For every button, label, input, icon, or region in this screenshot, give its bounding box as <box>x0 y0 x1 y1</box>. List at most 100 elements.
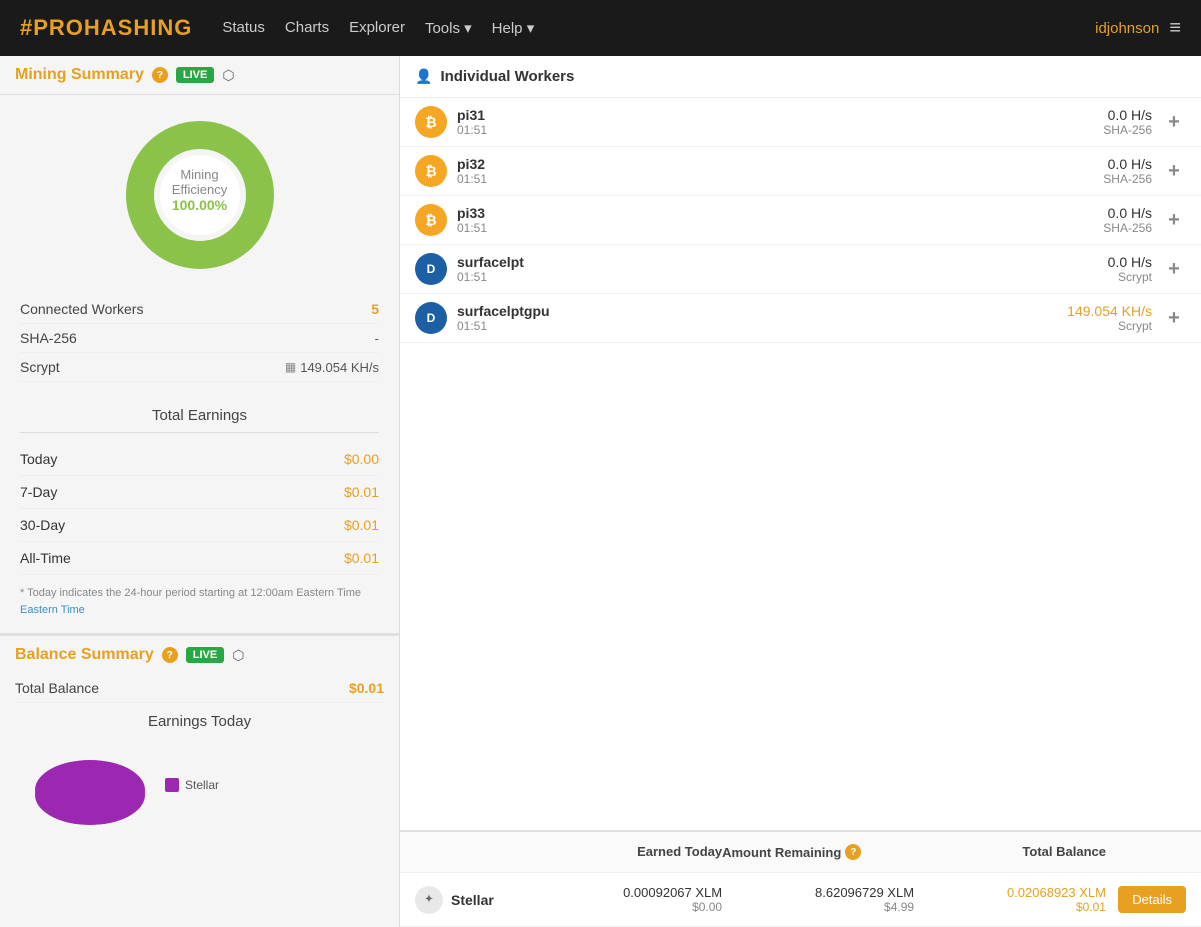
sha256-row: SHA-256 - <box>20 324 379 353</box>
worker-add-surfacelpt[interactable]: + <box>1162 258 1186 281</box>
worker-algo-pi31: SHA-256 <box>1103 123 1152 137</box>
pie-chart-svg <box>30 740 150 830</box>
hamburger-icon[interactable]: ≡ <box>1169 17 1181 40</box>
navbar-logo[interactable]: #PROHASHING <box>20 15 192 41</box>
earnings-30day-value: $0.01 <box>344 517 379 533</box>
balance-table-row-stellar: ✦ Stellar 0.00092067 XLM $0.00 8.6209672… <box>400 873 1201 927</box>
worker-name-surfacelptgpu: surfacelptgpu <box>457 303 1057 319</box>
remaining-info-icon[interactable]: ? <box>845 844 861 860</box>
earnings-alltime-label: All-Time <box>20 550 71 566</box>
balance-title: Balance Summary <box>15 646 154 664</box>
remaining-xlm: 8.62096729 XLM <box>722 885 914 900</box>
balance-info-icon[interactable]: ? <box>162 647 178 663</box>
nav-tools[interactable]: Tools ▾ <box>425 19 472 37</box>
efficiency-label: Mining Efficiency <box>160 167 240 197</box>
sha256-value: - <box>375 331 379 346</box>
earnings-alltime-value: $0.01 <box>344 550 379 566</box>
balance-export-icon[interactable]: ⬡ <box>232 647 244 664</box>
balance-header: Balance Summary ? LIVE ⬡ <box>15 646 384 664</box>
worker-time-pi32: 01:51 <box>457 172 1093 186</box>
workers-title: Individual Workers <box>440 68 574 85</box>
workers-icon: 👤 <box>415 68 432 85</box>
details-button[interactable]: Details <box>1118 886 1186 913</box>
main-layout: Mining Summary ? LIVE ⬡ Mining Efficienc… <box>0 56 1201 927</box>
worker-stats-pi32: 0.0 H/s SHA-256 <box>1103 156 1152 186</box>
balance-currency-cell: ✦ Stellar <box>415 886 530 914</box>
worker-stats-surfacelpt: 0.0 H/s Scrypt <box>1108 254 1152 284</box>
earnings-7day-row: 7-Day $0.01 <box>20 476 379 509</box>
balance-summary-section: Balance Summary ? LIVE ⬡ Total Balance $… <box>0 633 399 845</box>
worker-time-surfacelptgpu: 01:51 <box>457 319 1057 333</box>
balance-earned-cell: 0.00092067 XLM $0.00 <box>530 885 722 914</box>
worker-stats-pi33: 0.0 H/s SHA-256 <box>1103 205 1152 235</box>
worker-hash-pi32: 0.0 H/s <box>1103 156 1152 172</box>
export-icon[interactable]: ⬡ <box>222 67 234 84</box>
worker-row-surfacelptgpu: D surfacelptgpu 01:51 149.054 KH/s Scryp… <box>400 294 1201 343</box>
earnings-today-row: Today $0.00 <box>20 443 379 476</box>
worker-row-pi31: ₿ pi31 01:51 0.0 H/s SHA-256 + <box>400 98 1201 147</box>
earnings-today-label: Today <box>20 451 57 467</box>
worker-hash-surfacelpt: 0.0 H/s <box>1108 254 1152 270</box>
worker-time-pi33: 01:51 <box>457 221 1093 235</box>
nav-status[interactable]: Status <box>222 19 265 37</box>
balance-live-badge: LIVE <box>186 647 224 663</box>
mining-info-icon[interactable]: ? <box>152 67 168 83</box>
hash-icon: ▦ <box>285 360 296 374</box>
total-balance-value: $0.01 <box>349 680 384 696</box>
stats-section: Connected Workers 5 SHA-256 - Scrypt ▦ 1… <box>0 285 399 392</box>
worker-add-pi33[interactable]: + <box>1162 209 1186 232</box>
balance-col-actions <box>1106 844 1186 860</box>
efficiency-value: 100.00% <box>160 197 240 213</box>
worker-info-pi32: pi32 01:51 <box>457 156 1093 186</box>
worker-info-surfacelptgpu: surfacelptgpu 01:51 <box>457 303 1057 333</box>
total-balance-label: Total Balance <box>15 680 99 696</box>
earnings-alltime-row: All-Time $0.01 <box>20 542 379 575</box>
worker-info-pi31: pi31 01:51 <box>457 107 1093 137</box>
worker-algo-pi32: SHA-256 <box>1103 172 1152 186</box>
worker-add-pi31[interactable]: + <box>1162 111 1186 134</box>
worker-row-pi33: ₿ pi33 01:51 0.0 H/s SHA-256 + <box>400 196 1201 245</box>
scrypt-row: Scrypt ▦ 149.054 KH/s <box>20 353 379 382</box>
scrypt-label: Scrypt <box>20 359 60 375</box>
scrypt-value: ▦ 149.054 KH/s <box>285 360 379 375</box>
left-panel: Mining Summary ? LIVE ⬡ Mining Efficienc… <box>0 56 400 927</box>
donut-chart: Mining Efficiency 100.00% <box>120 115 280 275</box>
worker-info-surfacelpt: surfacelpt 01:51 <box>457 254 1098 284</box>
balance-remaining-cell: 8.62096729 XLM $4.99 <box>722 885 914 914</box>
worker-time-surfacelpt: 01:51 <box>457 270 1098 284</box>
worker-info-pi33: pi33 01:51 <box>457 205 1093 235</box>
currency-name: Stellar <box>451 892 494 908</box>
navbar-username[interactable]: idjohnson <box>1095 20 1159 37</box>
legend-stellar-label: Stellar <box>185 778 219 792</box>
right-panel: 👤 Individual Workers ₿ pi31 01:51 0.0 H/… <box>400 56 1201 927</box>
earnings-today-title: Earnings Today <box>15 703 384 735</box>
balance-details-cell: Details <box>1106 886 1186 913</box>
navbar: #PROHASHING Status Charts Explorer Tools… <box>0 0 1201 56</box>
worker-algo-surfacelpt: Scrypt <box>1108 270 1152 284</box>
worker-time-pi31: 01:51 <box>457 123 1093 137</box>
worker-stats-pi31: 0.0 H/s SHA-256 <box>1103 107 1152 137</box>
balance-col-earned: Earned Today <box>530 844 722 860</box>
connected-workers-value: 5 <box>371 301 379 317</box>
worker-add-pi32[interactable]: + <box>1162 160 1186 183</box>
nav-help[interactable]: Help ▾ <box>492 19 535 37</box>
eastern-time-link[interactable]: Eastern Time <box>20 604 85 616</box>
earnings-7day-label: 7-Day <box>20 484 57 500</box>
earned-xlm: 0.00092067 XLM <box>530 885 722 900</box>
mining-summary-header: Mining Summary ? LIVE ⬡ <box>0 56 399 95</box>
worker-name-pi32: pi32 <box>457 156 1093 172</box>
balance-table-header: Earned Today Amount Remaining ? Total Ba… <box>400 832 1201 873</box>
nav-charts[interactable]: Charts <box>285 19 329 37</box>
worker-algo-surfacelptgpu: Scrypt <box>1067 319 1152 333</box>
worker-add-surfacelptgpu[interactable]: + <box>1162 307 1186 330</box>
donut-label: Mining Efficiency 100.00% <box>160 167 240 213</box>
sha256-label: SHA-256 <box>20 330 77 346</box>
worker-hash-pi33: 0.0 H/s <box>1103 205 1152 221</box>
worker-hash-pi31: 0.0 H/s <box>1103 107 1152 123</box>
nav-explorer[interactable]: Explorer <box>349 19 405 37</box>
earned-usd: $0.00 <box>530 900 722 914</box>
balance-col-total: Total Balance <box>914 844 1106 860</box>
connected-workers-label: Connected Workers <box>20 301 143 317</box>
worker-name-pi31: pi31 <box>457 107 1093 123</box>
worker-coin-icon-surfacelptgpu: D <box>415 302 447 334</box>
